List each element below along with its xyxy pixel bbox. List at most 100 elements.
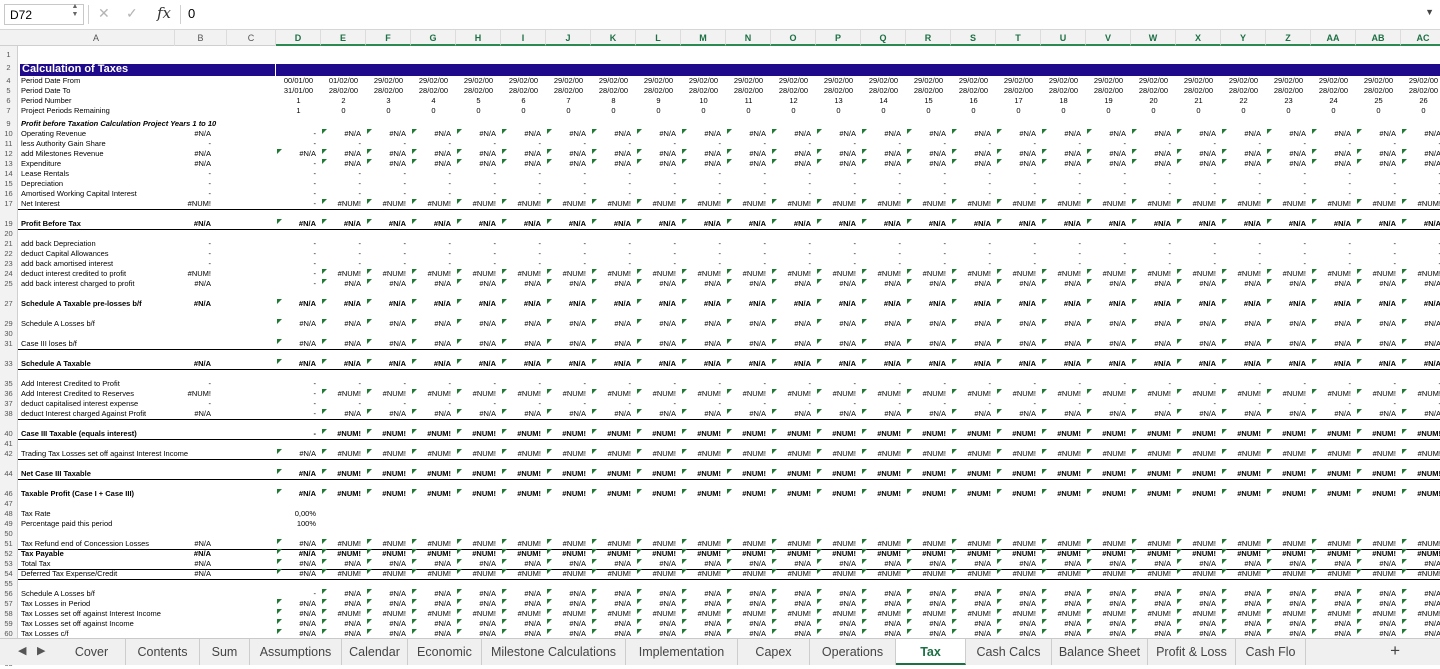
col-header-p[interactable]: P [816,30,861,46]
col-header-q[interactable]: Q [861,30,906,46]
tab-capex[interactable]: Capex [738,639,810,665]
row-number[interactable]: 2 [0,63,17,73]
col-header-b[interactable]: B [175,30,227,46]
tab-operations[interactable]: Operations [810,639,896,665]
row-number[interactable]: 13 [0,159,17,169]
col-header-h[interactable]: H [456,30,501,46]
tab-calendar[interactable]: Calendar [342,639,408,665]
row-number[interactable]: 6 [0,96,17,106]
row-number[interactable]: 33 [0,359,17,369]
col-header-t[interactable]: T [996,30,1041,46]
col-header-o[interactable]: O [771,30,816,46]
row-number[interactable]: 10 [0,129,17,139]
tab-contents[interactable]: Contents [126,639,200,665]
row-number[interactable]: 41 [0,439,17,449]
row-number[interactable]: 44 [0,469,17,479]
row-number[interactable]: 30 [0,329,17,339]
row-number[interactable]: 1 [0,50,17,60]
row-number[interactable]: 46 [0,489,17,499]
tab-profit-loss[interactable]: Profit & Loss [1148,639,1236,665]
row-number[interactable]: 35 [0,379,17,389]
add-sheet-button[interactable]: + [1390,641,1400,661]
row-number[interactable]: 54 [0,569,17,579]
row-number[interactable]: 55 [0,579,17,589]
tab-assumptions[interactable]: Assumptions [250,639,342,665]
row-number[interactable]: 48 [0,509,17,519]
row-number[interactable]: 29 [0,319,17,329]
col-header-ac[interactable]: AC [1401,30,1440,46]
row-number[interactable]: 31 [0,339,17,349]
col-header-z[interactable]: Z [1266,30,1311,46]
row-number[interactable]: 22 [0,249,17,259]
row-number[interactable]: 47 [0,499,17,509]
tab-balance-sheet[interactable]: Balance Sheet [1052,639,1148,665]
name-box-stepper-icon[interactable]: ▲ ▼ [70,3,80,19]
tab-cash-calcs[interactable]: Cash Calcs [966,639,1052,665]
row-number[interactable]: 5 [0,86,17,96]
formula-input[interactable]: 0 [188,6,195,21]
row-number[interactable]: 51 [0,539,17,549]
next-sheet-icon[interactable]: ▶ [37,644,45,657]
row-number[interactable]: 17 [0,199,17,209]
row-number[interactable]: 20 [0,229,17,239]
tab-cash-flo[interactable]: Cash Flo [1236,639,1306,665]
col-header-k[interactable]: K [591,30,636,46]
col-header-m[interactable]: M [681,30,726,46]
row-number[interactable]: 40 [0,429,17,439]
row-number[interactable]: 27 [0,299,17,309]
row-number[interactable]: 37 [0,399,17,409]
col-header-w[interactable]: W [1131,30,1176,46]
col-header-x[interactable]: X [1176,30,1221,46]
col-header-a[interactable]: A [18,30,175,46]
col-header-v[interactable]: V [1086,30,1131,46]
row-number[interactable]: 24 [0,269,17,279]
row-number[interactable]: 25 [0,279,17,289]
row-number[interactable]: 57 [0,599,17,609]
col-header-y[interactable]: Y [1221,30,1266,46]
tab-implementation[interactable]: Implementation [626,639,738,665]
row-number[interactable]: 58 [0,609,17,619]
col-header-g[interactable]: G [411,30,456,46]
tab-cover[interactable]: Cover [58,639,126,665]
col-header-l[interactable]: L [636,30,681,46]
row-number[interactable]: 38 [0,409,17,419]
row-number[interactable]: 21 [0,239,17,249]
row-number[interactable]: 53 [0,559,17,569]
tab-sum[interactable]: Sum [200,639,250,665]
row-number[interactable]: 12 [0,149,17,159]
row-number[interactable]: 49 [0,519,17,529]
row-number[interactable]: 4 [0,76,17,86]
row-number[interactable]: 42 [0,449,17,459]
row-number[interactable]: 36 [0,389,17,399]
row-number[interactable]: 50 [0,529,17,539]
function-icon[interactable]: fx [157,4,171,22]
col-header-d[interactable]: D [276,30,321,46]
tab-economic[interactable]: Economic [408,639,482,665]
row-number[interactable]: 15 [0,179,17,189]
row-number[interactable]: 56 [0,589,17,599]
col-header-r[interactable]: R [906,30,951,46]
row-number[interactable]: 19 [0,219,17,229]
sheet-grid[interactable]: Calculation of Taxes Period Date From 00/0… [18,46,1440,638]
col-header-j[interactable]: J [546,30,591,46]
cancel-icon[interactable]: ✕ [98,5,110,22]
col-header-c[interactable]: C [227,30,276,46]
col-header-e[interactable]: E [321,30,366,46]
row-number[interactable]: 23 [0,259,17,269]
row-number[interactable]: 14 [0,169,17,179]
col-header-u[interactable]: U [1041,30,1086,46]
expand-formula-icon[interactable]: ▼ [1425,7,1434,17]
row-number[interactable]: 16 [0,189,17,199]
row-number[interactable]: 59 [0,619,17,629]
row-number[interactable]: 7 [0,106,17,116]
tab-milestone-calculations[interactable]: Milestone Calculations [482,639,626,665]
row-number[interactable]: 52 [0,549,17,559]
col-header-s[interactable]: S [951,30,996,46]
tab-tax[interactable]: Tax [896,639,966,665]
prev-sheet-icon[interactable]: ◀ [18,644,26,657]
confirm-icon[interactable]: ✓ [126,5,138,22]
row-number[interactable]: 11 [0,139,17,149]
col-header-n[interactable]: N [726,30,771,46]
row-number[interactable]: 9 [0,119,17,129]
col-header-f[interactable]: F [366,30,411,46]
